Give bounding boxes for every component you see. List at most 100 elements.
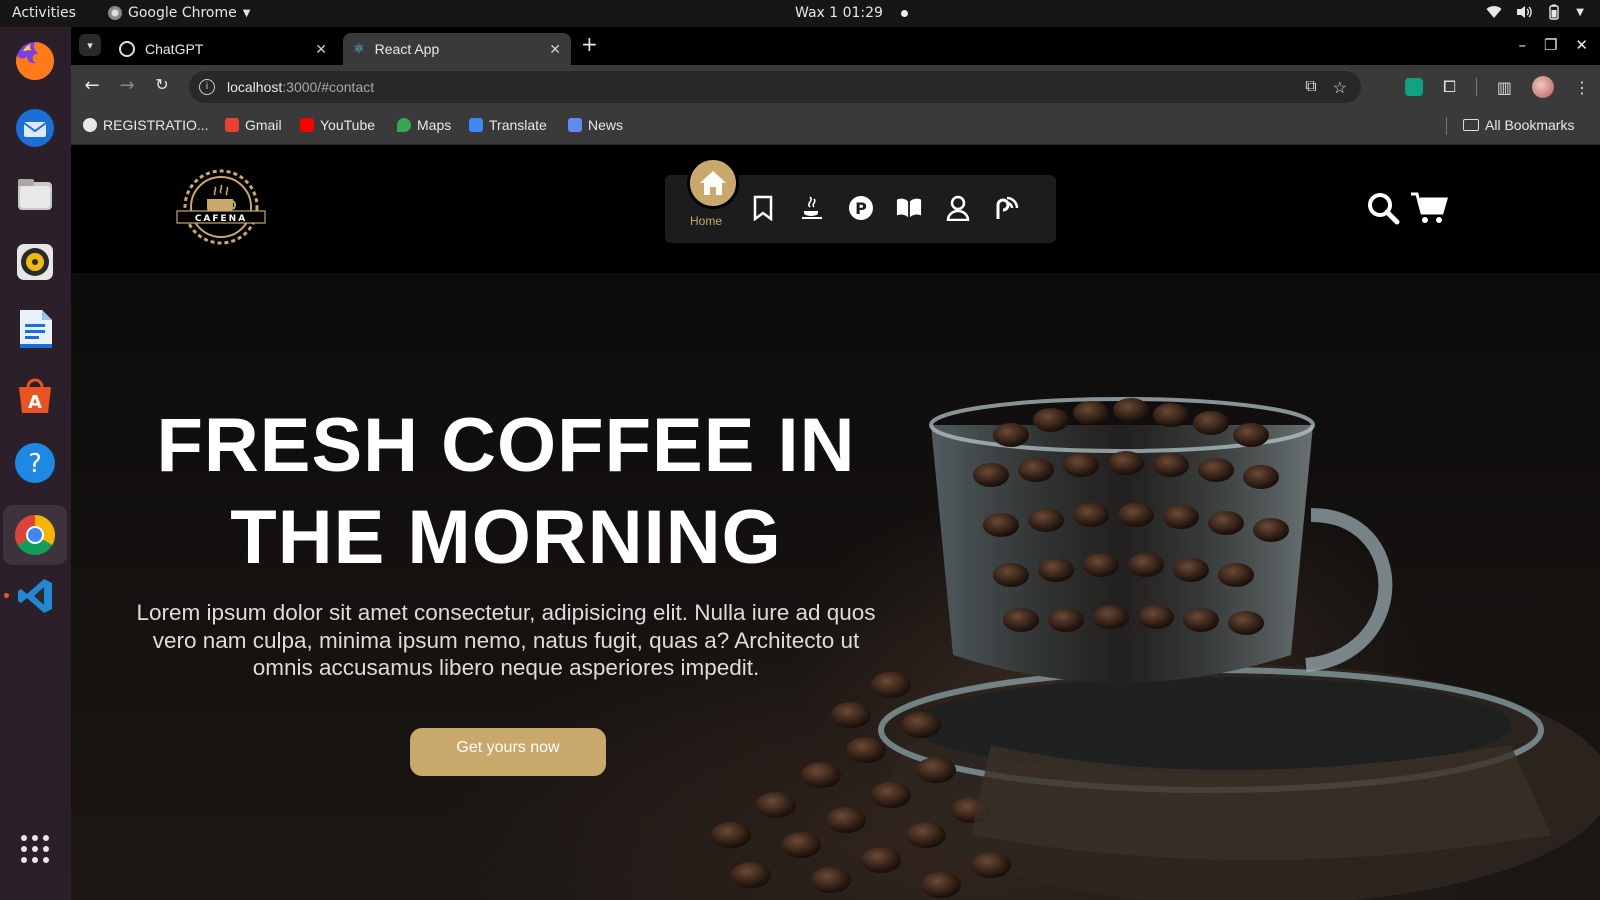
app-menu[interactable]: Google Chrome ▼	[108, 5, 250, 21]
bookmark-label: Gmail	[245, 117, 282, 133]
tab-chatgpt[interactable]: ChatGPT ✕	[109, 33, 337, 65]
system-top-bar: Activities Google Chrome ▼ Wax 1 01:29 ▼	[0, 0, 1600, 27]
tab-react-app[interactable]: ⚛ React App ✕	[343, 33, 571, 65]
system-menu-chevron-icon: ▼	[1576, 6, 1584, 18]
reload-button[interactable]: ↻	[150, 75, 174, 94]
get-yours-now-button[interactable]: Get yours now	[410, 728, 606, 776]
clock[interactable]: Wax 1 01:29	[795, 5, 908, 21]
bookmark-gmail[interactable]: Gmail	[225, 117, 282, 133]
forward-button[interactable]: →	[115, 75, 139, 96]
side-panel-icon[interactable]: ▥	[1497, 78, 1512, 97]
bookmark-label: YouTube	[320, 117, 376, 133]
close-tab-icon[interactable]: ✕	[549, 41, 561, 58]
nav-book-icon[interactable]	[896, 195, 922, 221]
home-icon	[700, 171, 726, 195]
svg-text:?: ?	[28, 449, 42, 479]
notification-dot	[900, 9, 908, 17]
app-menu-label: Google Chrome	[128, 5, 237, 21]
chatgpt-icon	[119, 41, 135, 57]
bookmark-translate[interactable]: Translate	[469, 117, 547, 133]
header-actions	[1366, 191, 1448, 225]
toolbar-divider	[1475, 78, 1477, 96]
bookmark-maps[interactable]: Maps	[397, 117, 451, 133]
hero-headline-line-1: FRESH COFFEE IN	[156, 403, 856, 488]
nav-user-icon[interactable]	[945, 195, 971, 221]
tab-search-button[interactable]: ▾	[79, 34, 101, 56]
react-icon: ⚛	[353, 41, 365, 56]
hero-description: Lorem ipsum dolor sit amet consectetur, …	[136, 600, 876, 680]
web-page: CAFENA Home P FRESH COFFEE IN THE MORNIN…	[71, 145, 1600, 900]
profile-avatar[interactable]	[1532, 76, 1554, 98]
bookmark-label: Maps	[417, 117, 452, 133]
back-button[interactable]: ←	[80, 75, 104, 96]
svg-text:A: A	[28, 392, 42, 413]
bookmark-label: News	[588, 117, 624, 133]
app-center-icon[interactable]: A	[11, 372, 59, 420]
window-controls: – ❐ ✕	[1518, 36, 1588, 54]
system-tray[interactable]: ▼	[1486, 4, 1584, 20]
all-bookmarks-button[interactable]: All Bookmarks	[1463, 117, 1574, 133]
youtube-icon	[300, 118, 314, 132]
address-bar[interactable]: i localhost:3000/#contact ⧉ ☆	[189, 71, 1361, 103]
nav-home-button[interactable]	[687, 157, 739, 209]
close-window-icon[interactable]: ✕	[1575, 36, 1588, 54]
nav-parking-icon[interactable]: P	[848, 195, 874, 221]
minimize-icon[interactable]: –	[1518, 36, 1526, 54]
show-apps-icon[interactable]	[11, 825, 59, 873]
url-host: localhost	[227, 79, 283, 95]
install-app-icon[interactable]: ⧉	[1305, 78, 1316, 98]
help-icon[interactable]: ?	[11, 439, 59, 487]
translate-icon	[469, 118, 483, 132]
close-tab-icon[interactable]: ✕	[315, 41, 327, 58]
thunderbird-icon[interactable]	[11, 104, 59, 152]
firefox-icon[interactable]	[11, 37, 59, 85]
tab-label: React App	[374, 41, 440, 57]
more-menu-icon[interactable]: ⋮	[1574, 78, 1590, 97]
chatgpt-extension-icon[interactable]	[1405, 78, 1424, 96]
nav-bookmark-icon[interactable]	[750, 195, 776, 221]
search-icon[interactable]	[1366, 191, 1400, 225]
main-nav: Home P	[665, 157, 1056, 243]
browser-tab-bar: ▾ ChatGPT ✕ ⚛ React App ✕ + – ❐ ✕	[71, 27, 1600, 65]
wifi-icon	[1486, 6, 1502, 18]
nav-home-label: Home	[690, 214, 723, 228]
bookmark-news[interactable]: News	[568, 117, 623, 133]
activities-button[interactable]: Activities	[12, 5, 76, 21]
maps-icon	[397, 118, 411, 132]
bookmark-star-icon[interactable]: ☆	[1333, 78, 1347, 98]
all-bookmarks-label: All Bookmarks	[1485, 117, 1575, 133]
bookmark-label: REGISTRATIO...	[103, 117, 209, 133]
vscode-icon[interactable]	[11, 572, 59, 620]
browser-toolbar: ← → ↻ i localhost:3000/#contact ⧉ ☆ ⧠ ▥ …	[71, 65, 1600, 109]
cart-icon[interactable]	[1410, 191, 1448, 225]
svg-text:P: P	[855, 199, 867, 218]
writer-icon[interactable]	[11, 305, 59, 353]
tab-label: ChatGPT	[145, 41, 204, 57]
chrome-icon	[108, 6, 122, 20]
hero-headline-line-2: THE MORNING	[230, 495, 782, 580]
files-icon[interactable]	[11, 171, 59, 219]
bookmark-registration[interactable]: REGISTRATIO...	[83, 117, 209, 133]
nav-blog-icon[interactable]	[994, 195, 1020, 221]
cafena-logo[interactable]: CAFENA	[173, 167, 269, 247]
hero-headline: FRESH COFFEE IN THE MORNING	[111, 400, 901, 584]
restore-icon[interactable]: ❐	[1544, 36, 1557, 54]
battery-icon	[1549, 4, 1559, 20]
volume-icon	[1517, 6, 1533, 18]
chevron-down-icon: ▼	[242, 7, 251, 19]
nav-java-cup-icon[interactable]	[799, 195, 825, 221]
gmail-icon	[225, 118, 239, 132]
globe-icon	[83, 118, 97, 132]
ubuntu-dock: A ?	[0, 27, 71, 900]
url-path: :3000/#contact	[282, 79, 375, 95]
clock-label: Wax 1 01:29	[795, 5, 883, 21]
folder-icon	[1463, 119, 1479, 131]
extensions-puzzle-icon[interactable]: ⧠	[1443, 77, 1456, 97]
running-indicator	[4, 593, 9, 598]
bookmark-youtube[interactable]: YouTube	[300, 117, 375, 133]
site-info-icon[interactable]: i	[199, 79, 215, 95]
logo-text: CAFENA	[195, 214, 247, 224]
rhythmbox-icon[interactable]	[11, 238, 59, 286]
chrome-icon[interactable]	[3, 505, 67, 565]
new-tab-button[interactable]: +	[581, 34, 598, 54]
